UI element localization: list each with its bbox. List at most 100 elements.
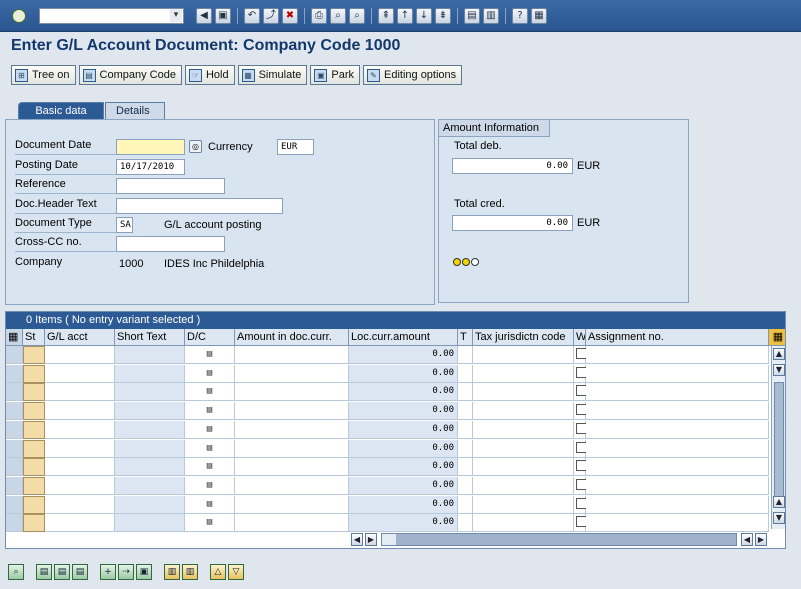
gl-acct-cell[interactable]	[45, 439, 115, 458]
short-text-cell[interactable]	[115, 439, 185, 458]
w-cell[interactable]	[574, 383, 587, 402]
row-selector[interactable]	[6, 402, 23, 421]
t-cell[interactable]	[458, 495, 473, 514]
column-t[interactable]: T	[458, 329, 473, 345]
amount-doc-cell[interactable]	[235, 514, 349, 533]
sort-icon[interactable]: △	[210, 564, 226, 580]
tax-cell[interactable]	[473, 514, 574, 533]
insert-row-icon[interactable]: +	[100, 564, 116, 580]
first-row-icon[interactable]: ▤	[36, 564, 52, 580]
dc-dropdown-icon[interactable]: ▤	[185, 440, 234, 457]
editing-options-button[interactable]: ✎ Editing options	[363, 65, 463, 85]
cancel-icon[interactable]: ✖	[282, 8, 298, 24]
dc-cell[interactable]: ▤	[185, 364, 235, 383]
simulate-button[interactable]: ▦ Simulate	[237, 65, 308, 85]
tax-cell[interactable]	[473, 383, 574, 402]
loc-curr-cell[interactable]: 0.00	[349, 420, 458, 439]
t-cell[interactable]	[458, 476, 473, 495]
w-cell[interactable]	[574, 439, 587, 458]
dc-dropdown-icon[interactable]: ▤	[185, 514, 234, 531]
dc-cell[interactable]: ▤	[185, 420, 235, 439]
deselect-rows-icon[interactable]: ▥	[182, 564, 198, 580]
t-cell[interactable]	[458, 383, 473, 402]
status-cell[interactable]	[23, 476, 45, 495]
gl-acct-cell[interactable]	[45, 476, 115, 495]
doc-header-field[interactable]	[116, 198, 283, 214]
print-icon[interactable]: ⎙	[311, 8, 327, 24]
loc-curr-cell[interactable]: 0.00	[349, 364, 458, 383]
scroll-page-up-icon[interactable]: ▲	[773, 496, 785, 508]
loc-curr-cell[interactable]: 0.00	[349, 439, 458, 458]
gl-acct-cell[interactable]	[45, 458, 115, 477]
horizontal-scroll-thumb[interactable]	[382, 534, 396, 545]
column-short-text[interactable]: Short Text	[115, 329, 185, 345]
w-cell[interactable]	[574, 458, 587, 477]
short-text-cell[interactable]	[115, 476, 185, 495]
short-text-cell[interactable]	[115, 402, 185, 421]
horizontal-scroll-track[interactable]	[381, 533, 737, 546]
row-selector[interactable]	[6, 364, 23, 383]
dc-dropdown-icon[interactable]: ▤	[185, 365, 234, 382]
dc-cell[interactable]: ▤	[185, 495, 235, 514]
column-loc-curr[interactable]: Loc.curr.amount	[349, 329, 458, 345]
scroll-left-icon[interactable]: ◀	[351, 533, 363, 546]
t-cell[interactable]	[458, 420, 473, 439]
w-cell[interactable]	[574, 495, 587, 514]
tab-details[interactable]: Details	[105, 102, 165, 120]
delete-row-icon[interactable]: ⇢	[118, 564, 134, 580]
row-selector[interactable]	[6, 476, 23, 495]
next-row-icon[interactable]: ▤	[72, 564, 88, 580]
w-cell[interactable]	[574, 346, 587, 364]
back-navigation-icon[interactable]: ↶	[244, 8, 260, 24]
gl-acct-cell[interactable]	[45, 495, 115, 514]
assignment-cell[interactable]	[586, 458, 769, 477]
t-cell[interactable]	[458, 439, 473, 458]
loc-curr-cell[interactable]: 0.00	[349, 514, 458, 533]
first-page-icon[interactable]: ⇞	[378, 8, 394, 24]
tax-cell[interactable]	[473, 402, 574, 421]
posting-date-field[interactable]: 10/17/2010	[116, 159, 185, 175]
exit-icon[interactable]: ⤴	[263, 8, 279, 24]
amount-doc-cell[interactable]	[235, 402, 349, 421]
vertical-scrollbar[interactable]: ▲ ▼ ▲ ▼	[771, 346, 785, 529]
status-cell[interactable]	[23, 402, 45, 421]
row-selector[interactable]	[6, 458, 23, 477]
company-code-button[interactable]: ▤ Company Code	[78, 65, 182, 85]
enter-icon[interactable]	[12, 9, 26, 23]
short-text-cell[interactable]	[115, 420, 185, 439]
gl-acct-cell[interactable]	[45, 402, 115, 421]
loc-curr-cell[interactable]: 0.00	[349, 383, 458, 402]
dc-cell[interactable]: ▤	[185, 346, 235, 364]
status-cell[interactable]	[23, 346, 45, 364]
dc-cell[interactable]: ▤	[185, 458, 235, 477]
assignment-cell[interactable]	[586, 420, 769, 439]
status-cell[interactable]	[23, 420, 45, 439]
t-cell[interactable]	[458, 458, 473, 477]
dc-cell[interactable]: ▤	[185, 514, 235, 533]
amount-doc-cell[interactable]	[235, 420, 349, 439]
row-selector[interactable]	[6, 514, 23, 533]
scroll-up-icon[interactable]: ▲	[773, 348, 785, 360]
w-cell[interactable]	[574, 514, 587, 533]
last-page-icon[interactable]: ⇟	[435, 8, 451, 24]
loc-curr-cell[interactable]: 0.00	[349, 495, 458, 514]
dc-dropdown-icon[interactable]: ▤	[185, 496, 234, 513]
column-st[interactable]: St	[23, 329, 45, 345]
previous-page-icon[interactable]: ↑	[397, 8, 413, 24]
scroll-right-end-icon[interactable]: ▶	[755, 533, 767, 546]
loc-curr-cell[interactable]: 0.00	[349, 346, 458, 364]
assignment-cell[interactable]	[586, 439, 769, 458]
loc-curr-cell[interactable]: 0.00	[349, 458, 458, 477]
short-text-cell[interactable]	[115, 383, 185, 402]
gl-acct-cell[interactable]	[45, 383, 115, 402]
scroll-page-down-icon[interactable]: ▼	[773, 512, 785, 524]
amount-doc-cell[interactable]	[235, 364, 349, 383]
tax-cell[interactable]	[473, 364, 574, 383]
row-selector[interactable]	[6, 420, 23, 439]
gl-acct-cell[interactable]	[45, 364, 115, 383]
dc-dropdown-icon[interactable]: ▤	[185, 402, 234, 419]
t-cell[interactable]	[458, 364, 473, 383]
status-cell[interactable]	[23, 383, 45, 402]
document-type-field[interactable]: SA	[116, 217, 133, 233]
hold-button[interactable]: ☞ Hold	[184, 65, 235, 85]
